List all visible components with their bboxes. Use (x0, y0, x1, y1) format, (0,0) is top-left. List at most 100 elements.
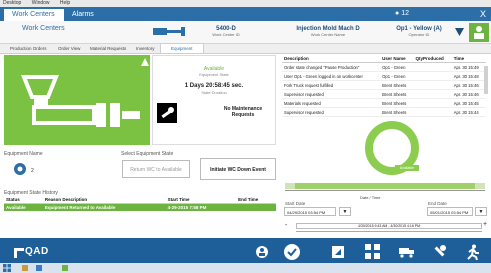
tab-material-requests[interactable]: Material Requests (90, 44, 126, 53)
event-description: User Op1 - Green logged in on workcenter (282, 71, 381, 81)
table-row[interactable]: Supervisor requested Brent Sheets Apr. 3… (282, 107, 486, 117)
col-user-name: User Name (380, 55, 414, 63)
menu-desktop[interactable]: Desktop (3, 0, 21, 6)
start-date-dropdown-icon[interactable]: ▼ (339, 207, 351, 216)
event-time: Apr. 30 15:46 (451, 80, 486, 90)
close-button[interactable]: X (477, 7, 489, 21)
donut-available-label: Available (395, 165, 419, 171)
end-date-label: End Date (428, 201, 447, 206)
user-icon[interactable] (255, 245, 269, 259)
expand-arrow-icon[interactable] (141, 58, 149, 66)
user-count: 12 (401, 10, 409, 17)
col-qty-produced: QtyProduced (413, 55, 452, 63)
start-date-field[interactable]: 04/29/2015 03:54 PM (284, 207, 336, 216)
event-user: Brent Sheets (380, 80, 414, 90)
work-center-name-field: Injection Mold Mach D Work Center Name (288, 26, 368, 37)
table-row[interactable]: User Op1 - Green logged in on workcenter… (282, 71, 486, 81)
event-description: Order state changed "Pause Production" (282, 62, 381, 72)
state-history-table: Status Reason Description Start Time End… (4, 196, 276, 236)
work-center-name-label: Work Center Name (310, 32, 346, 37)
operator-field[interactable]: Op1 - Yellow (A) Operator ID (388, 26, 450, 37)
menu-bar: Desktop Window Help (0, 0, 491, 7)
zoom-out-button[interactable]: - (285, 222, 287, 229)
tab-order-view[interactable]: Order View (58, 44, 80, 53)
event-qty (413, 62, 452, 72)
grid-icon[interactable] (365, 244, 380, 259)
menu-help[interactable]: Help (60, 0, 70, 6)
brand-logo: QAD (25, 246, 49, 257)
page-title: Work Centers (22, 25, 65, 32)
taskbar-app-icon[interactable] (22, 265, 28, 271)
timeline-bar[interactable] (285, 183, 485, 189)
event-description: Supervisor requested (282, 107, 381, 117)
qad-logo-mark-icon (14, 248, 24, 258)
taskbar-app-icon[interactable] (62, 265, 68, 271)
initiate-down-event-button[interactable]: Initiate WC Down Event (200, 158, 276, 180)
equipment-name-value-area[interactable] (12, 162, 28, 176)
event-user: Op1 - Green (380, 71, 414, 81)
timeline-available-segment (295, 183, 475, 189)
end-date-field[interactable]: 05/01/2015 03:54 PM (427, 207, 473, 216)
windows-start-icon[interactable] (3, 264, 11, 272)
return-to-available-button[interactable]: Return WC to Available (122, 160, 190, 178)
timeline-axis-label: Date / Time (360, 195, 381, 200)
range-slider[interactable]: 4/30/2015 9:43 AM - 4/30/2015 4:16 PM (296, 223, 482, 229)
tab-production-orders[interactable]: Production Orders (10, 44, 47, 53)
event-qty (413, 98, 452, 108)
checkmark-icon[interactable] (283, 243, 301, 261)
range-axis (296, 231, 482, 232)
menu-window[interactable]: Window (32, 0, 50, 6)
start-date-label: Start Date (285, 201, 306, 206)
sub-tab-bar: Production Orders Order View Material Re… (0, 43, 491, 54)
event-qty (413, 89, 452, 99)
table-row[interactable]: Order state changed "Pause Production" O… (282, 62, 486, 72)
event-time: Apr. 30 15:44 (451, 107, 486, 117)
col-description: Description (282, 55, 381, 63)
production-icon[interactable] (331, 245, 345, 259)
table-row[interactable]: Supervisor requested Brent Sheets Apr. 3… (282, 89, 486, 99)
truck-icon[interactable] (399, 246, 415, 258)
equipment-name-label: Equipment Name (4, 151, 43, 157)
operator-dropdown-icon[interactable] (455, 28, 464, 36)
tab-equipment[interactable]: Equipment (160, 43, 204, 53)
event-description: Materials requested (282, 98, 381, 108)
end-date-dropdown-icon[interactable]: ▼ (475, 207, 487, 216)
event-time: Apr. 30 15:49 (451, 62, 486, 72)
col-reason: Reason Description (42, 196, 166, 204)
tab-inventory[interactable]: Inventory (136, 44, 155, 53)
maintenance-wrench-icon[interactable] (157, 103, 177, 123)
events-scrollbar[interactable] (484, 66, 488, 94)
taskbar-app-icon[interactable] (36, 265, 42, 271)
table-row[interactable]: Materials requested Brent Sheets Apr. 30… (282, 98, 486, 108)
equipment-status-panel: Available Equipment State 1 Days 20:58:4… (152, 55, 276, 145)
event-time: Apr. 30 15:45 (451, 98, 486, 108)
zoom-in-button[interactable]: + (483, 221, 487, 228)
event-time: Apr. 30 15:46 (451, 89, 486, 99)
injection-mold-machine-icon (21, 75, 140, 127)
timeline-axis (285, 190, 485, 191)
wrench-glyph-icon (161, 107, 174, 119)
tab-alarms[interactable]: Alarms (72, 9, 112, 21)
run-icon[interactable] (466, 244, 480, 260)
machine-icon (153, 27, 185, 36)
col-end-time: End Time (236, 196, 276, 204)
table-row[interactable]: Available Equipment Returned to Availabl… (4, 203, 276, 211)
users-icon: ● (395, 10, 400, 17)
event-qty (413, 80, 452, 90)
maintenance-requests-text: No Maintenance Requests (223, 106, 263, 118)
table-row[interactable]: Fork Truck request fulfilled Brent Sheet… (282, 80, 486, 90)
select-state-label: Select Equipment State (121, 151, 174, 157)
tab-work-centers[interactable]: Work Centers (4, 9, 64, 21)
os-taskbar (0, 263, 491, 273)
col-time: Time (451, 55, 486, 63)
user-count-area[interactable]: ● 12 (395, 7, 455, 21)
event-description: Supervisor requested (282, 89, 381, 99)
history-end (236, 203, 276, 211)
event-qty (413, 71, 452, 81)
event-user: Brent Sheets (380, 98, 414, 108)
wrench-icon[interactable] (432, 244, 447, 259)
operator-green-icon[interactable] (469, 23, 489, 42)
state-duration-label: State Duration (201, 90, 227, 95)
operator-label: Operator ID (408, 32, 430, 37)
bottom-toolbar (0, 238, 491, 263)
